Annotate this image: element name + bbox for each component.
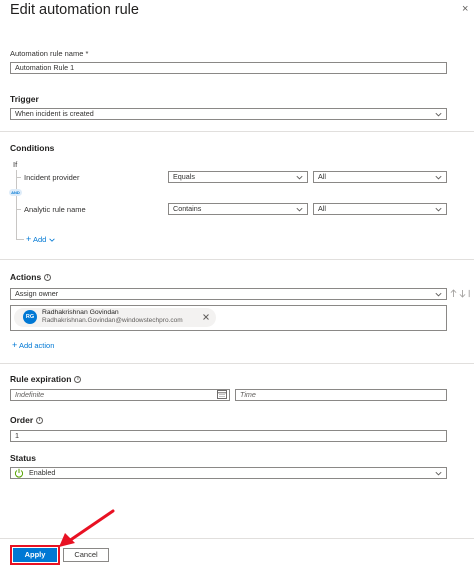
move-up-icon[interactable]: [450, 289, 457, 298]
avatar: RG: [23, 310, 37, 324]
move-down-icon[interactable]: [459, 289, 466, 298]
conditions-if-label: If: [13, 160, 18, 169]
condition-value-select[interactable]: All: [313, 203, 447, 215]
condition-tree-branch: [16, 239, 24, 240]
condition-operator-select[interactable]: Contains: [168, 203, 308, 215]
actions-heading: Actions i: [10, 272, 52, 282]
and-badge: AND: [9, 189, 22, 196]
condition-property-label: Analytic rule name: [24, 205, 86, 214]
conditions-heading: Conditions: [10, 143, 55, 153]
chevron-down-icon: [296, 175, 303, 180]
info-icon[interactable]: i: [36, 417, 44, 425]
rule-expiration-heading: Rule expiration i: [10, 374, 82, 384]
actions-heading-text: Actions: [10, 272, 42, 282]
add-condition-label: Add: [32, 235, 47, 244]
info-icon[interactable]: i: [74, 376, 82, 384]
trigger-select-value: When incident is created: [15, 109, 94, 118]
annotation-arrow-icon: [59, 509, 115, 547]
trigger-select[interactable]: When incident is created: [10, 108, 447, 120]
owner-name: Radhakrishnan Govindan: [42, 309, 119, 316]
action-type-value: Assign owner: [15, 289, 59, 298]
chevron-down-icon: [435, 112, 442, 117]
add-action-label: Add action: [18, 341, 55, 350]
expiration-date-input[interactable]: Indefinite: [10, 389, 230, 401]
apply-button-highlight: [10, 545, 60, 565]
condition-operator-value: Contains: [173, 204, 202, 213]
order-heading-text: Order: [10, 415, 34, 425]
calendar-icon[interactable]: [217, 390, 227, 399]
status-heading: Status: [10, 453, 36, 463]
delete-icon[interactable]: [468, 289, 474, 298]
chevron-down-icon: [435, 175, 442, 180]
trigger-heading: Trigger: [10, 94, 39, 104]
owner-email: Radhakrishnan.Govindan@windowstechpro.co…: [42, 317, 183, 324]
condition-operator-select[interactable]: Equals: [168, 171, 308, 183]
action-type-select[interactable]: Assign owner: [10, 288, 447, 300]
add-action-button[interactable]: + Add action: [12, 340, 55, 351]
status-select[interactable]: Enabled: [10, 467, 447, 479]
chevron-down-icon: [435, 207, 442, 212]
close-icon[interactable]: [202, 313, 210, 321]
status-select-value: Enabled: [29, 468, 56, 477]
condition-tree-line: [16, 170, 17, 240]
plus-icon: +: [26, 234, 32, 244]
close-icon[interactable]: ×: [462, 3, 468, 15]
divider: [0, 259, 474, 260]
condition-operator-value: Equals: [173, 172, 195, 181]
rule-name-input[interactable]: Automation Rule 1: [10, 62, 447, 74]
chevron-down-icon: [49, 238, 56, 242]
panel-title: Edit automation rule: [10, 2, 139, 18]
chevron-down-icon: [435, 471, 442, 476]
chevron-down-icon: [435, 292, 442, 297]
condition-value-value: All: [318, 172, 326, 181]
order-input[interactable]: 1: [10, 430, 447, 442]
expiration-time-input[interactable]: Time: [235, 389, 447, 401]
add-condition-button[interactable]: + Add: [26, 235, 56, 244]
plus-icon: +: [12, 340, 18, 350]
info-icon[interactable]: i: [44, 274, 52, 282]
chevron-down-icon: [296, 207, 303, 212]
power-icon: [14, 468, 24, 478]
cancel-button[interactable]: Cancel: [63, 548, 109, 562]
divider: [0, 131, 474, 132]
condition-property-label: Incident provider: [24, 173, 80, 182]
divider: [0, 363, 474, 364]
rule-expiration-heading-text: Rule expiration: [10, 374, 72, 384]
condition-tree-branch: [16, 209, 21, 210]
order-heading: Order i: [10, 415, 44, 425]
condition-tree-branch: [16, 177, 21, 178]
condition-value-select[interactable]: All: [313, 171, 447, 183]
rule-name-label: Automation rule name *: [10, 49, 89, 58]
condition-value-value: All: [318, 204, 326, 213]
